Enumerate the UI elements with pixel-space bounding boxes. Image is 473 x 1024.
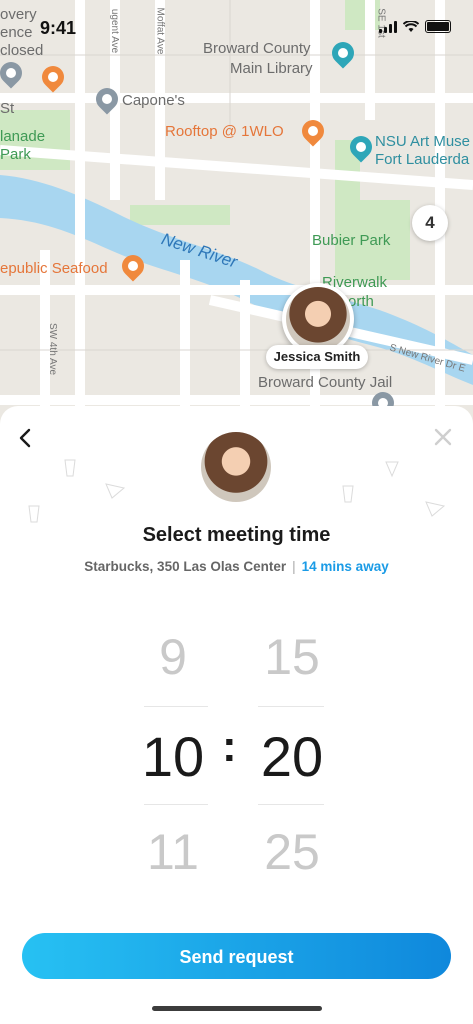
map-label: Capone's — [122, 92, 185, 109]
picker-divider — [144, 804, 208, 805]
map-label: lanade — [0, 128, 46, 145]
picker-divider — [258, 706, 324, 707]
pizza-doodle-icon — [425, 501, 446, 517]
avatar — [286, 287, 350, 351]
map-label: Main Library — [230, 60, 313, 77]
map-label: St — [0, 100, 15, 117]
hour-option-next[interactable]: 11 — [142, 823, 204, 881]
map-label: Bubier Park — [312, 232, 391, 249]
eta-text: 14 mins away — [301, 559, 389, 574]
page-title: Select meeting time — [142, 524, 331, 546]
send-request-button[interactable]: Send request — [22, 933, 451, 979]
avatar — [201, 432, 271, 502]
drink-doodle-icon — [342, 485, 354, 503]
picker-divider — [258, 804, 324, 805]
meeting-time-sheet: Select meeting time Starbucks, 350 Las O… — [0, 406, 473, 1024]
time-separator: : — [222, 722, 237, 771]
meeting-location-line: Starbucks, 350 Las Olas Center | 14 mins a… — [0, 559, 473, 574]
location-name: Starbucks, 350 Las Olas Center — [84, 559, 287, 574]
minute-option-selected[interactable]: 20 — [248, 724, 336, 789]
cone-doodle-icon — [385, 461, 399, 478]
back-chevron-icon[interactable] — [14, 426, 38, 450]
drink-doodle-icon — [64, 459, 76, 477]
map-label: Park — [0, 146, 31, 163]
user-name-chip[interactable]: Jessica Smith — [266, 345, 368, 369]
map-view[interactable]: overy ence closed Broward County Main Li… — [0, 0, 473, 440]
cup-doodle-icon — [28, 505, 40, 523]
separator: | — [292, 559, 296, 574]
map-label: Broward County Jail — [258, 374, 393, 391]
minute-option-next[interactable]: 25 — [250, 823, 334, 881]
picker-divider — [144, 706, 208, 707]
map-cluster-badge[interactable]: 4 — [412, 205, 448, 241]
street-label: SW 4th Ave — [47, 322, 59, 376]
minute-option-prev[interactable]: 15 — [250, 628, 334, 686]
pizza-doodle-icon — [105, 483, 126, 499]
map-label: Rooftop @ 1WLO — [165, 123, 284, 140]
close-icon[interactable] — [432, 426, 454, 448]
map-label: NSU Art Muse — [375, 133, 471, 150]
map-label: epublic Seafood — [0, 260, 108, 277]
status-bar: 9:41 — [0, 0, 473, 48]
hour-option-selected[interactable]: 10 — [132, 724, 214, 789]
cellular-signal-icon — [379, 20, 397, 33]
status-time: 9:41 — [40, 18, 77, 38]
battery-icon — [425, 20, 451, 33]
home-indicator[interactable] — [152, 1006, 322, 1011]
wifi-icon — [403, 20, 419, 32]
map-label: Fort Lauderda — [375, 151, 470, 168]
hour-option-prev[interactable]: 9 — [142, 628, 204, 686]
